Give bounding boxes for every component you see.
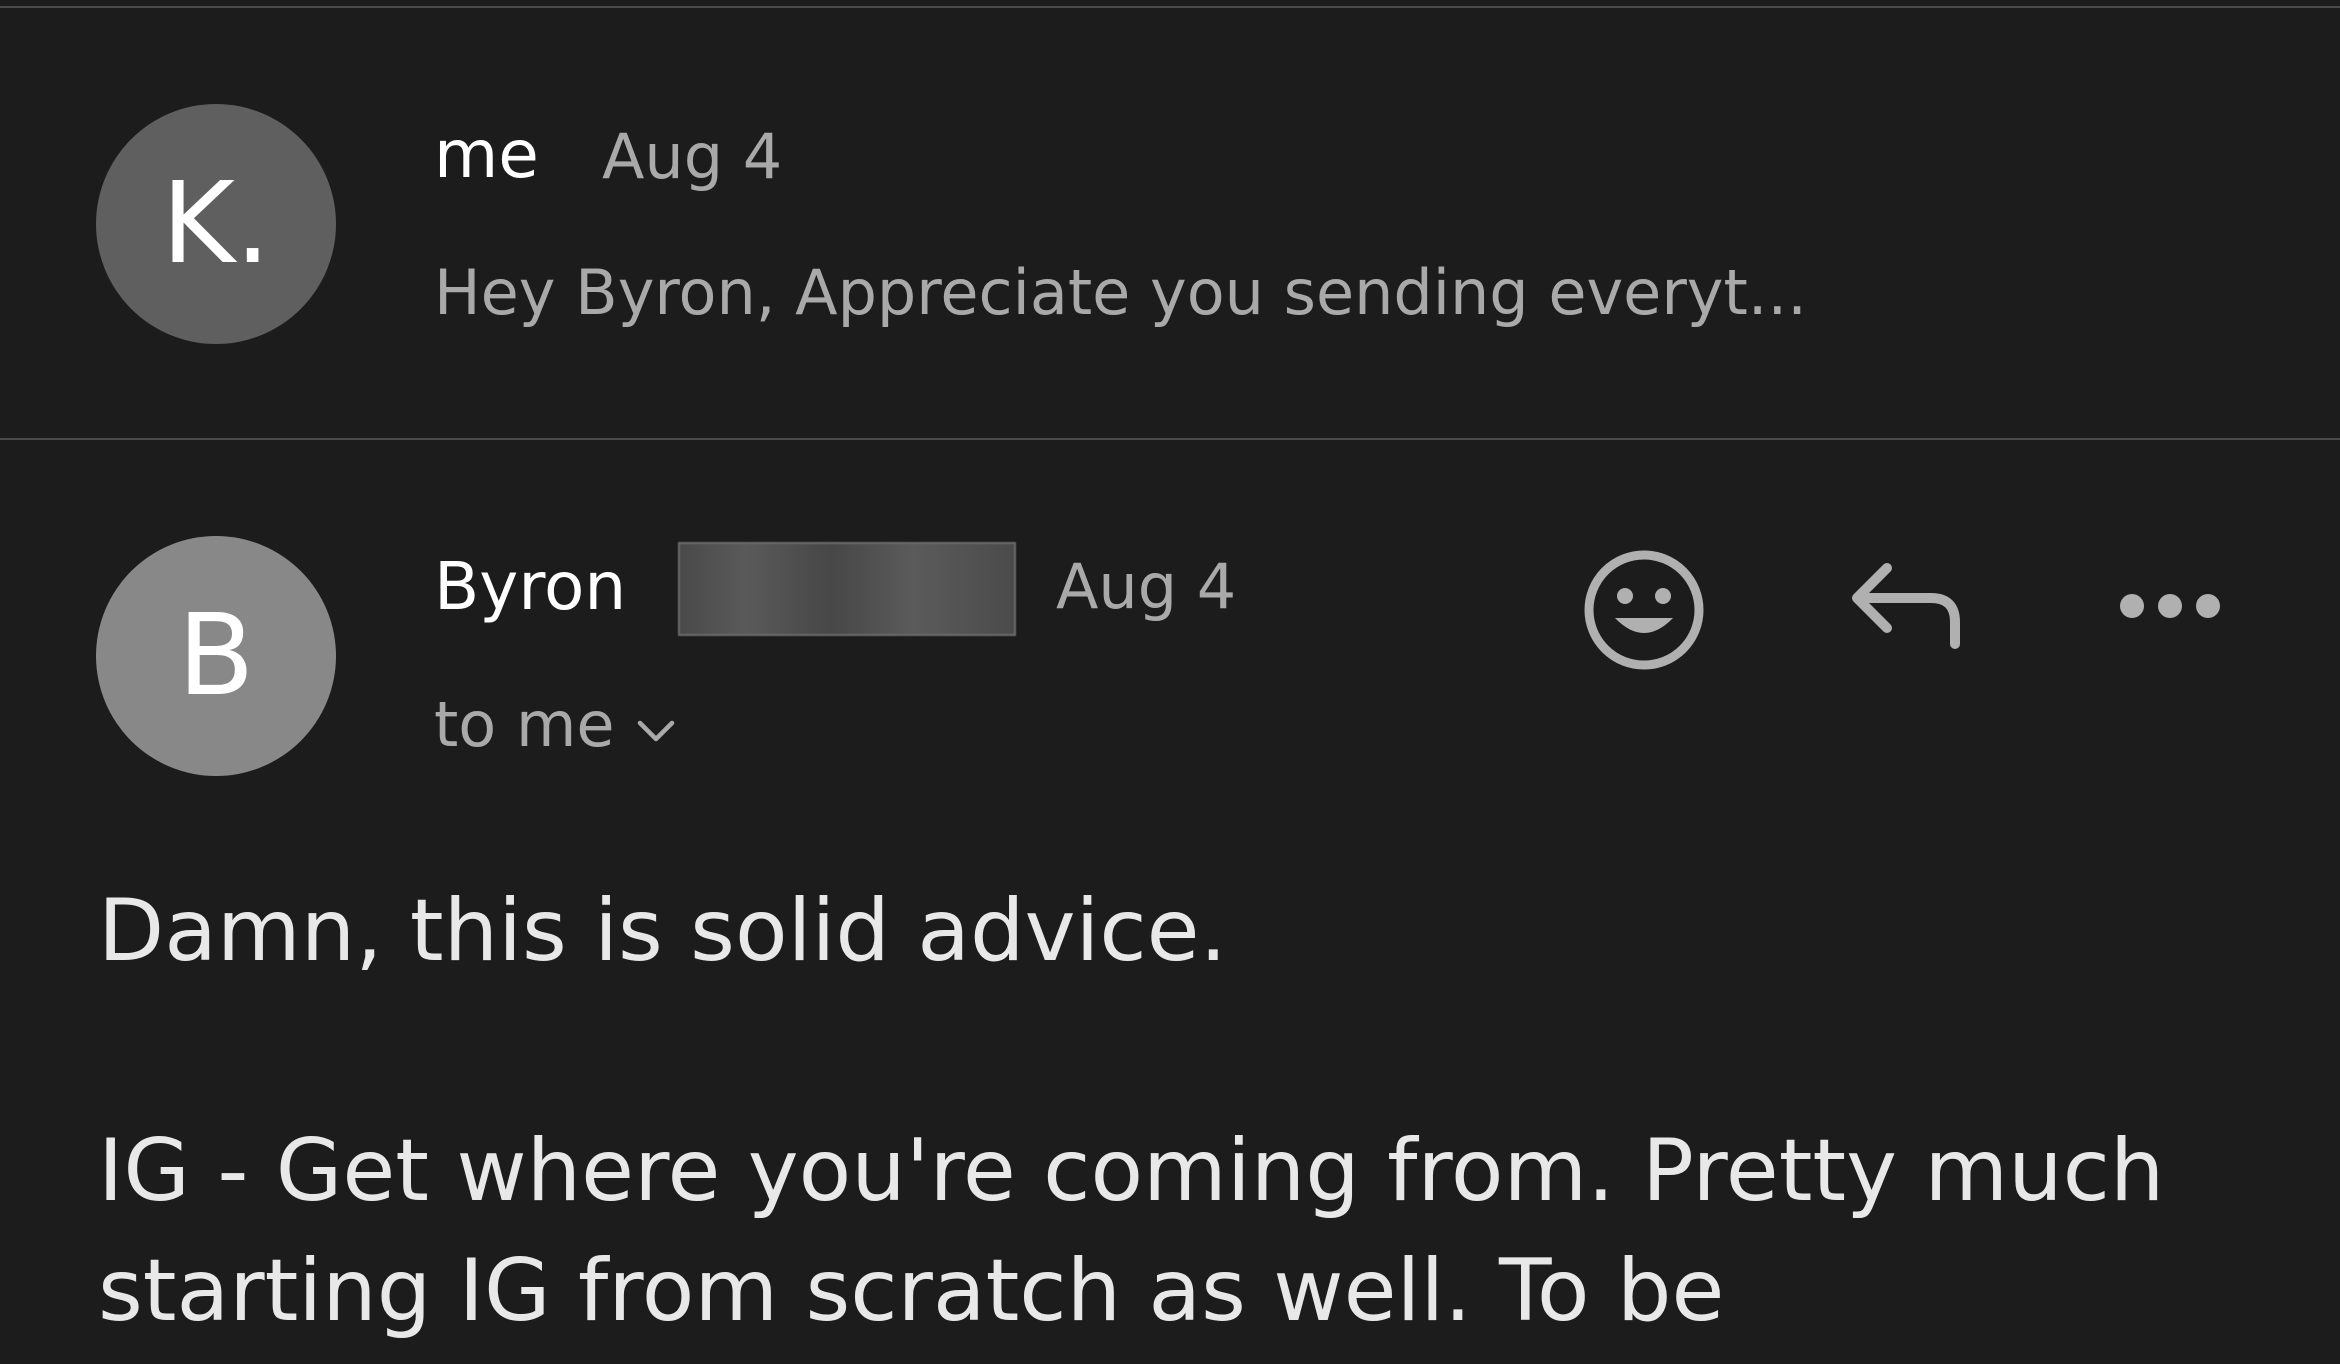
message-body-line: IG - Get where you're coming from. Prett… [98,1121,2165,1221]
avatar-initial: K. [161,159,271,289]
message-date: Aug 4 [602,120,783,193]
message-body-line: Damn, this is solid advice. [98,881,1227,981]
recipient-label: to me [434,688,615,761]
chevron-down-icon [635,694,677,756]
avatar-initial: B [177,591,255,721]
redacted-sender-email [678,542,1016,636]
sender-name: me [434,116,539,193]
message-divider [0,438,2340,440]
reply-icon [1849,558,1967,654]
avatar: K. [96,104,336,344]
smiley-face-icon [1582,548,1706,676]
sender-name: Byron [434,548,627,625]
top-divider [0,6,2340,8]
more-options-button[interactable] [2110,570,2230,646]
message-body-line: starting IG from scratch as well. To be [98,1241,1725,1341]
message-date: Aug 4 [1056,550,1237,623]
recipient-toggle[interactable]: to me [434,694,677,756]
more-horizontal-icon [2118,592,2222,624]
message-snippet: Hey Byron, Appreciate you sending everyt… [434,256,1807,329]
add-reaction-button[interactable] [1576,544,1712,680]
reply-button[interactable] [1846,552,1970,660]
avatar: B [96,536,336,776]
